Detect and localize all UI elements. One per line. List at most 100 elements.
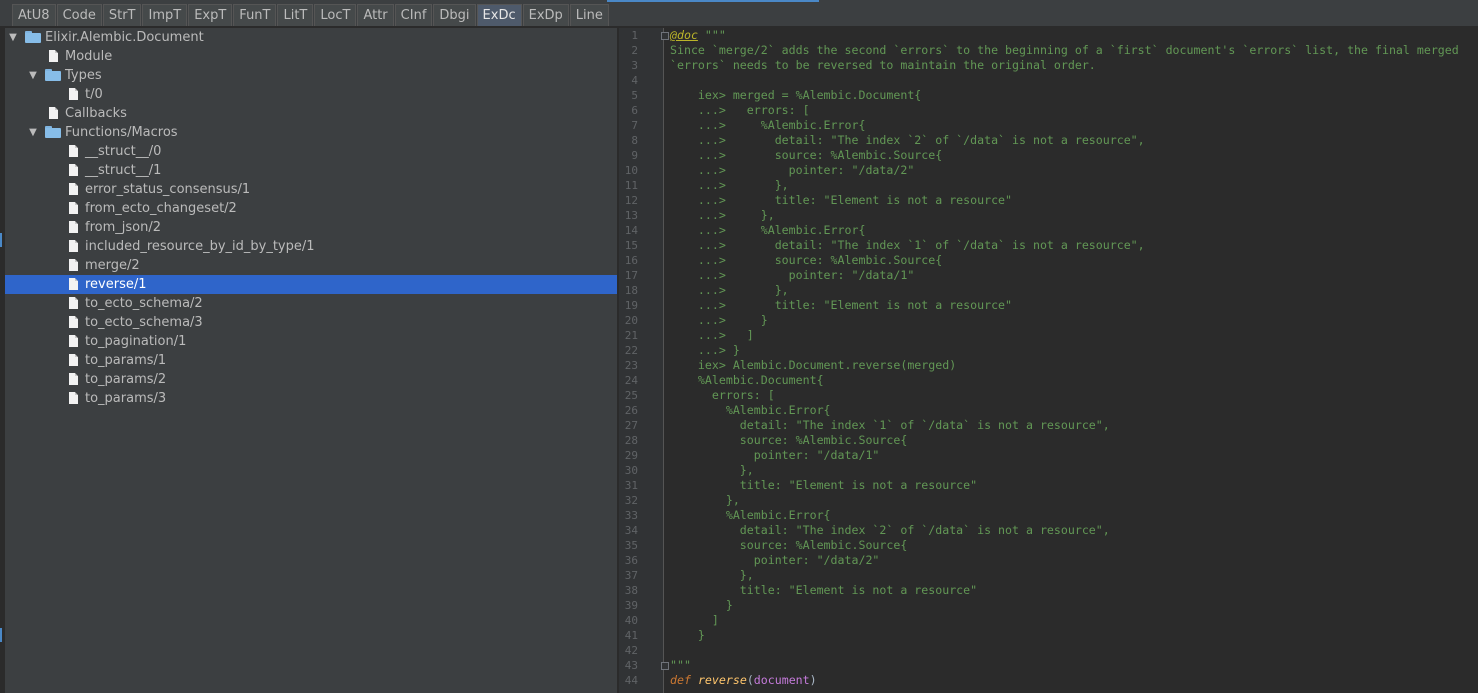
line-number: 12 [624,194,638,207]
doc-text: }, [670,463,754,477]
tree-item-label: from_ecto_changeset/2 [85,201,237,216]
fold-marker-icon[interactable] [661,662,669,670]
tab-dbgi[interactable]: Dbgi [433,4,476,26]
line-number: 9 [631,149,638,162]
function-param: document [753,673,810,687]
file-icon [69,259,78,271]
code-line: detail: "The index `2` of `/data` is not… [670,523,1110,538]
code-line: errors: [ [670,388,775,403]
tab-strt[interactable]: StrT [102,4,142,26]
tree-item-function[interactable]: from_json/2 [5,218,617,237]
doc-text: ...> } [670,343,740,357]
tab-atu8[interactable]: AtU8 [12,4,56,26]
tab-litt[interactable]: LitT [277,4,314,26]
expand-arrow-icon[interactable]: ▼ [7,28,19,47]
doc-text: iex> merged = %Alembic.Document{ [670,88,922,102]
tree-item-function[interactable]: included_resource_by_id_by_type/1 [5,237,617,256]
tree-item-label: to_params/2 [85,372,167,387]
doc-text: iex> Alembic.Document.reverse(merged) [670,358,957,372]
doc-text: pointer: "/data/1" [670,448,880,462]
tree-item-function[interactable]: to_params/1 [5,351,617,370]
fold-marker-icon[interactable] [661,32,669,40]
code-line: }, [670,568,754,583]
line-number: 41 [624,629,638,642]
code-line: ...> title: "Element is not a resource" [670,193,1012,208]
doc-text: }, [670,568,754,582]
tab-exdc[interactable]: ExDc [476,4,522,26]
code-line: ...> detail: "The index `1` of `/data` i… [670,238,1145,253]
tab-cinf[interactable]: CInf [394,4,433,26]
code-line: ...> source: %Alembic.Source{ [670,148,942,163]
tab-line[interactable]: Line [569,4,609,26]
tree-item-label: t/0 [85,87,103,102]
gutter-separator [663,28,664,693]
tree-item-function[interactable]: merge/2 [5,256,617,275]
edge-marker [0,233,2,247]
doc-text: } [670,628,705,642]
doc-text: ...> errors: [ [670,103,810,117]
tree-item-function[interactable]: error_status_consensus/1 [5,180,617,199]
line-number: 26 [624,404,638,417]
tab-expt[interactable]: ExpT [188,4,233,26]
code-line: %Alembic.Error{ [670,508,831,523]
doc-text: ...> source: %Alembic.Source{ [670,148,943,162]
line-number: 39 [624,599,638,612]
code-line: ...> } [670,313,768,328]
tree-item-module[interactable]: Module [5,47,617,66]
tab-code[interactable]: Code [56,4,102,26]
file-icon [69,278,78,290]
structure-tree[interactable]: ▼ Elixir.Alembic.Document Module ▼ Types t/0 C… [5,28,617,693]
doc-text: ...> pointer: "/data/2" [670,163,915,177]
doc-text: detail: "The index `1` of `/data` is not… [670,418,1110,432]
tree-item-function[interactable]: to_params/3 [5,389,617,408]
tree-item-label: to_ecto_schema/3 [85,315,203,330]
code-line: } [670,598,733,613]
doc-text: pointer: "/data/2" [670,553,880,567]
doc-text: ...> }, [670,178,789,192]
tree-item-function[interactable]: to_ecto_schema/3 [5,313,617,332]
tree-item-type[interactable]: t/0 [5,85,617,104]
expand-arrow-icon[interactable]: ▼ [27,123,39,142]
tab-impt[interactable]: ImpT [142,4,188,26]
line-number: 4 [631,74,638,87]
tree-item-function[interactable]: __struct__/1 [5,161,617,180]
tab-accent-bar [607,0,819,2]
line-number: 44 [624,674,638,687]
line-number: 29 [624,449,638,462]
doc-text: title: "Element is not a resource" [670,478,978,492]
line-number: 16 [624,254,638,267]
tree-item-label: Types [65,68,102,83]
tree-item-functions[interactable]: ▼ Functions/Macros [5,123,617,142]
line-number: 11 [624,179,638,192]
doc-text: `errors` needs to be reversed to maintai… [670,58,1096,72]
tree-root[interactable]: ▼ Elixir.Alembic.Document [5,28,617,47]
line-number-gutter: 1 2 3 4 5 6 7 8 9 10 11 12 13 14 15 16 17 18 19 20 21 22 23 24 2… [619,28,663,693]
code-line: detail: "The index `1` of `/data` is not… [670,418,1110,433]
tree-item-types[interactable]: ▼ Types [5,66,617,85]
code-line: ...> }, [670,283,789,298]
doc-text: errors: [ [670,388,775,402]
tree-item-function[interactable]: __struct__/0 [5,142,617,161]
tree-item-function[interactable]: reverse/1 [5,275,617,294]
doc-close-quote: """ [670,658,691,672]
code-editor[interactable]: 1 2 3 4 5 6 7 8 9 10 11 12 13 14 15 16 17 18 19 20 21 22 23 24 2… [619,28,1478,693]
code-line: ...> ] [670,328,754,343]
tab-exdp[interactable]: ExDp [522,4,569,26]
doc-text: detail: "The index `2` of `/data` is not… [670,523,1110,537]
line-number: 19 [624,299,638,312]
code-line: ...> detail: "The index `2` of `/data` i… [670,133,1145,148]
line-number: 40 [624,614,638,627]
tree-item-function[interactable]: to_ecto_schema/2 [5,294,617,313]
tab-loct[interactable]: LocT [314,4,357,26]
tree-item-function[interactable]: to_params/2 [5,370,617,389]
code-line: ...> title: "Element is not a resource" [670,298,1012,313]
doc-text: Since `merge/2` adds the second `errors`… [670,43,1459,57]
expand-arrow-icon[interactable]: ▼ [27,66,39,85]
tree-item-function[interactable]: to_pagination/1 [5,332,617,351]
tab-bar: AtU8 Code StrT ImpT ExpT FunT LitT LocT Attr CInf… [0,0,1478,27]
tab-attr[interactable]: Attr [357,4,394,26]
tree-item-callbacks[interactable]: Callbacks [5,104,617,123]
tab-funt[interactable]: FunT [233,4,277,26]
doc-text: ...> }, [670,283,789,297]
tree-item-function[interactable]: from_ecto_changeset/2 [5,199,617,218]
